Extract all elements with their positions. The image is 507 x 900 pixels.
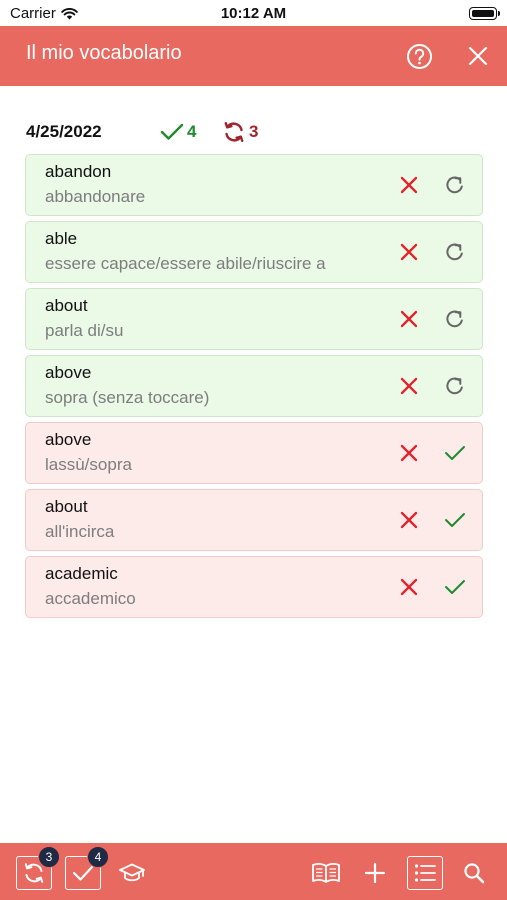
repeat-count: 3 [222, 120, 258, 144]
delete-x-icon [400, 377, 418, 395]
page-title: Il mio vocabolario [26, 42, 182, 64]
repeat-count-value: 3 [249, 122, 259, 141]
delete-x-icon [400, 444, 418, 462]
status-time: 10:12 AM [220, 5, 287, 22]
delete-button[interactable] [394, 505, 424, 535]
add-word-button[interactable] [357, 856, 393, 890]
word-term: abandon [45, 162, 112, 181]
session-summary: 4/25/2022 4 3 [26, 118, 482, 146]
refresh-icon [446, 377, 463, 395]
search-icon [464, 863, 485, 884]
mark-known-button[interactable] [440, 505, 470, 535]
word-card[interactable]: above lassù/sopra [25, 422, 483, 484]
word-list: abandon abbandonare able essere capace/e… [25, 154, 483, 623]
word-card[interactable]: abandon abbandonare [25, 154, 483, 216]
refresh-icon [224, 122, 244, 142]
search-button[interactable] [456, 856, 492, 890]
word-translation: parla di/su [45, 321, 124, 340]
close-icon [468, 46, 488, 66]
move-to-repeat-button[interactable] [440, 304, 470, 334]
repeat-words-tab[interactable]: 3 [16, 846, 60, 890]
word-card[interactable]: about parla di/su [25, 288, 483, 350]
checkmark-icon [445, 513, 465, 527]
learn-tab[interactable] [114, 856, 150, 890]
dictionary-tab[interactable] [308, 856, 344, 890]
word-term: academic [45, 564, 118, 583]
refresh-icon [446, 310, 463, 328]
battery-icon [469, 7, 500, 20]
delete-x-icon [400, 243, 418, 261]
word-card[interactable]: above sopra (senza toccare) [25, 355, 483, 417]
list-icon [414, 864, 436, 882]
word-term: above [45, 363, 92, 382]
delete-button[interactable] [394, 304, 424, 334]
known-count: 4 [160, 122, 196, 142]
word-card[interactable]: able essere capace/essere abile/riuscire… [25, 221, 483, 283]
known-badge: 4 [87, 846, 109, 868]
delete-x-icon [400, 511, 418, 529]
refresh-icon [446, 176, 463, 194]
known-count-value: 4 [187, 122, 197, 141]
word-translation: abbandonare [45, 187, 146, 206]
mark-known-button[interactable] [440, 438, 470, 468]
bottom-toolbar: 3 4 [0, 843, 507, 900]
word-term: able [45, 229, 78, 248]
word-translation: all'incirca [45, 522, 115, 541]
known-words-tab[interactable]: 4 [65, 846, 109, 890]
word-translation: sopra (senza toccare) [45, 388, 210, 407]
delete-button[interactable] [394, 170, 424, 200]
delete-button[interactable] [394, 237, 424, 267]
move-to-repeat-button[interactable] [440, 371, 470, 401]
delete-x-icon [400, 310, 418, 328]
delete-x-icon [400, 176, 418, 194]
word-card[interactable]: academic accademico [25, 556, 483, 618]
word-translation: lassù/sopra [45, 455, 132, 474]
help-icon [406, 43, 432, 69]
delete-x-icon [400, 578, 418, 596]
word-term: above [45, 430, 92, 449]
help-button[interactable] [404, 41, 434, 71]
close-button[interactable] [463, 41, 493, 71]
word-term: about [45, 296, 88, 315]
book-icon [312, 863, 340, 883]
vocabulary-list-tab[interactable] [407, 856, 443, 890]
delete-button[interactable] [394, 572, 424, 602]
navigation-bar: Il mio vocabolario [0, 26, 507, 86]
word-card[interactable]: about all'incirca [25, 489, 483, 551]
plus-icon [364, 862, 386, 884]
checkmark-icon [445, 580, 465, 594]
delete-button[interactable] [394, 438, 424, 468]
session-date: 4/25/2022 [26, 122, 102, 141]
status-bar: Carrier 10:12 AM [0, 0, 507, 26]
word-translation: essere capace/essere abile/riuscire a [45, 254, 326, 273]
delete-button[interactable] [394, 371, 424, 401]
graduation-cap-icon [119, 863, 145, 882]
refresh-icon [446, 243, 463, 261]
repeat-badge: 3 [38, 846, 60, 868]
checkmark-icon [160, 123, 184, 140]
word-translation: accademico [45, 589, 136, 608]
move-to-repeat-button[interactable] [440, 170, 470, 200]
mark-known-button[interactable] [440, 572, 470, 602]
checkmark-icon [445, 446, 465, 460]
move-to-repeat-button[interactable] [440, 237, 470, 267]
word-term: about [45, 497, 88, 516]
